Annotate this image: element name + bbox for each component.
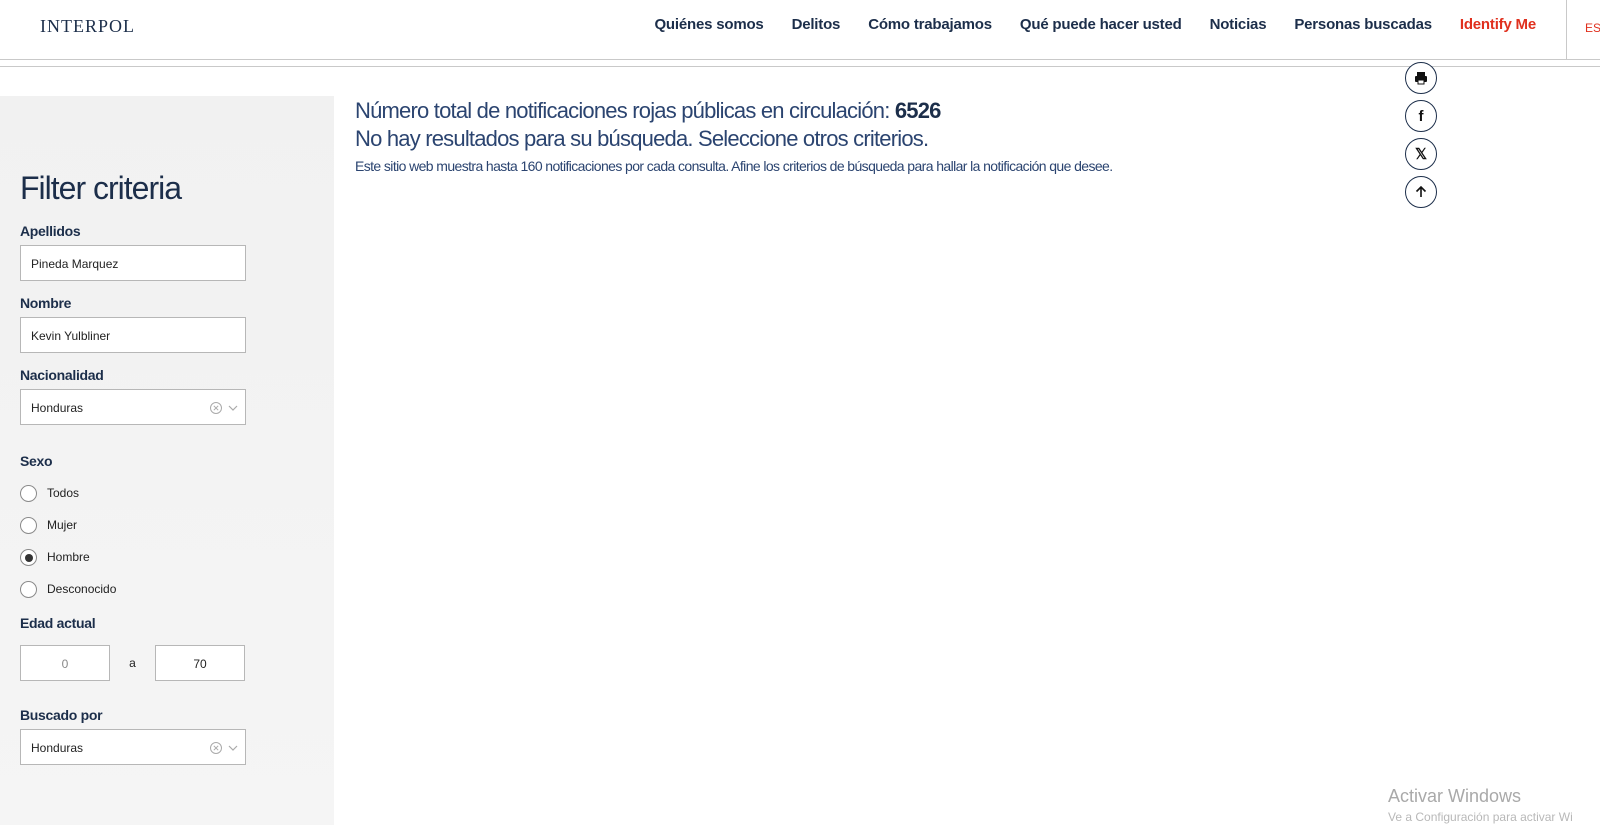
radio-label: Desconocido xyxy=(47,582,117,596)
nav-personas-buscadas[interactable]: Personas buscadas xyxy=(1294,16,1432,33)
nacionalidad-select[interactable]: Honduras xyxy=(20,389,246,425)
radio-label: Todos xyxy=(47,486,80,500)
radio-circle[interactable] xyxy=(20,516,37,534)
buscado-label: Buscado por xyxy=(20,707,103,723)
clear-icon[interactable] xyxy=(209,401,223,415)
arrow-up-icon xyxy=(1415,185,1427,197)
print-icon xyxy=(1415,72,1427,85)
chevron-down-icon[interactable] xyxy=(227,742,239,754)
search-hint: Este sitio web muestra hasta 160 notific… xyxy=(355,158,1113,174)
windows-activation-hint: Ve a Configuración para activar Wi xyxy=(1388,810,1573,824)
buscado-select[interactable]: Honduras xyxy=(20,729,246,765)
nav-delitos[interactable]: Delitos xyxy=(792,16,841,33)
x-icon: 𝕏 xyxy=(1414,146,1428,163)
radio-hombre[interactable]: Hombre xyxy=(20,541,334,573)
edad-max-input[interactable]: 70 xyxy=(155,645,245,681)
radio-label: Mujer xyxy=(47,518,78,532)
nombre-label: Nombre xyxy=(20,295,72,311)
x-share-button[interactable]: 𝕏 xyxy=(1405,138,1437,170)
clear-and-chevron-icons[interactable] xyxy=(209,739,239,755)
back-to-top-button[interactable] xyxy=(1405,176,1437,208)
no-results-message: No hay resultados para su búsqueda. Sele… xyxy=(355,126,929,151)
apellidos-input[interactable]: Pineda Marquez xyxy=(20,245,246,281)
facebook-share-button[interactable]: f xyxy=(1405,100,1437,132)
buscado-value: Honduras xyxy=(31,741,84,755)
apellidos-label: Apellidos xyxy=(20,223,81,239)
edad-range: 0 a 70 xyxy=(20,645,334,681)
nav-como-trabajamos[interactable]: Cómo trabajamos xyxy=(868,16,992,33)
share-toolbar: f 𝕏 xyxy=(1405,62,1437,214)
clear-and-chevron-icons[interactable] xyxy=(209,399,239,415)
nacionalidad-label: Nacionalidad xyxy=(20,367,104,383)
nav-identify-me[interactable]: Identify Me xyxy=(1460,16,1536,33)
total-notices-count: 6526 xyxy=(894,98,942,123)
radio-circle[interactable] xyxy=(20,484,37,502)
radio-circle-selected[interactable] xyxy=(20,548,37,566)
radio-label: Hombre xyxy=(47,550,90,564)
nav-noticias[interactable]: Noticias xyxy=(1210,16,1267,33)
radio-circle[interactable] xyxy=(20,580,37,598)
main-nav: Quiénes somos Delitos Cómo trabajamos Qu… xyxy=(626,16,1536,33)
clear-icon[interactable] xyxy=(209,741,223,755)
filter-sidebar: Filter criteria Apellidos Pineda Marquez… xyxy=(0,96,334,825)
edad-label: Edad actual xyxy=(20,615,96,631)
total-notices-label: Número total de notificaciones rojas púb… xyxy=(355,98,890,123)
chevron-down-icon[interactable] xyxy=(227,402,239,414)
filter-title: Filter criteria xyxy=(20,170,182,206)
edad-separator: a xyxy=(129,656,136,670)
language-selector[interactable]: ES xyxy=(1566,0,1600,60)
print-button[interactable] xyxy=(1405,62,1437,94)
nav-quienes-somos[interactable]: Quiénes somos xyxy=(654,16,763,33)
radio-mujer[interactable]: Mujer xyxy=(20,509,334,541)
total-notices-line: Número total de notificaciones rojas púb… xyxy=(355,98,1113,124)
radio-todos[interactable]: Todos xyxy=(20,477,334,509)
windows-activation-watermark: Activar Windows xyxy=(1388,786,1522,806)
radio-desconocido[interactable]: Desconocido xyxy=(20,573,334,605)
facebook-icon: f xyxy=(1418,107,1424,125)
header-divider xyxy=(0,66,1600,67)
sexo-radio-group: Todos Mujer Hombre Desconocido xyxy=(20,477,334,605)
site-logo[interactable]: INTERPOL xyxy=(40,16,135,37)
nombre-input[interactable]: Kevin Yulbliner xyxy=(20,317,246,353)
nav-que-puede-hacer[interactable]: Qué puede hacer usted xyxy=(1020,16,1182,33)
results-area: Número total de notificaciones rojas púb… xyxy=(355,98,1113,174)
sexo-label: Sexo xyxy=(20,453,53,469)
site-header: INTERPOL Quiénes somos Delitos Cómo trab… xyxy=(0,0,1600,60)
nacionalidad-value: Honduras xyxy=(31,401,84,415)
edad-min-input[interactable]: 0 xyxy=(20,645,110,681)
